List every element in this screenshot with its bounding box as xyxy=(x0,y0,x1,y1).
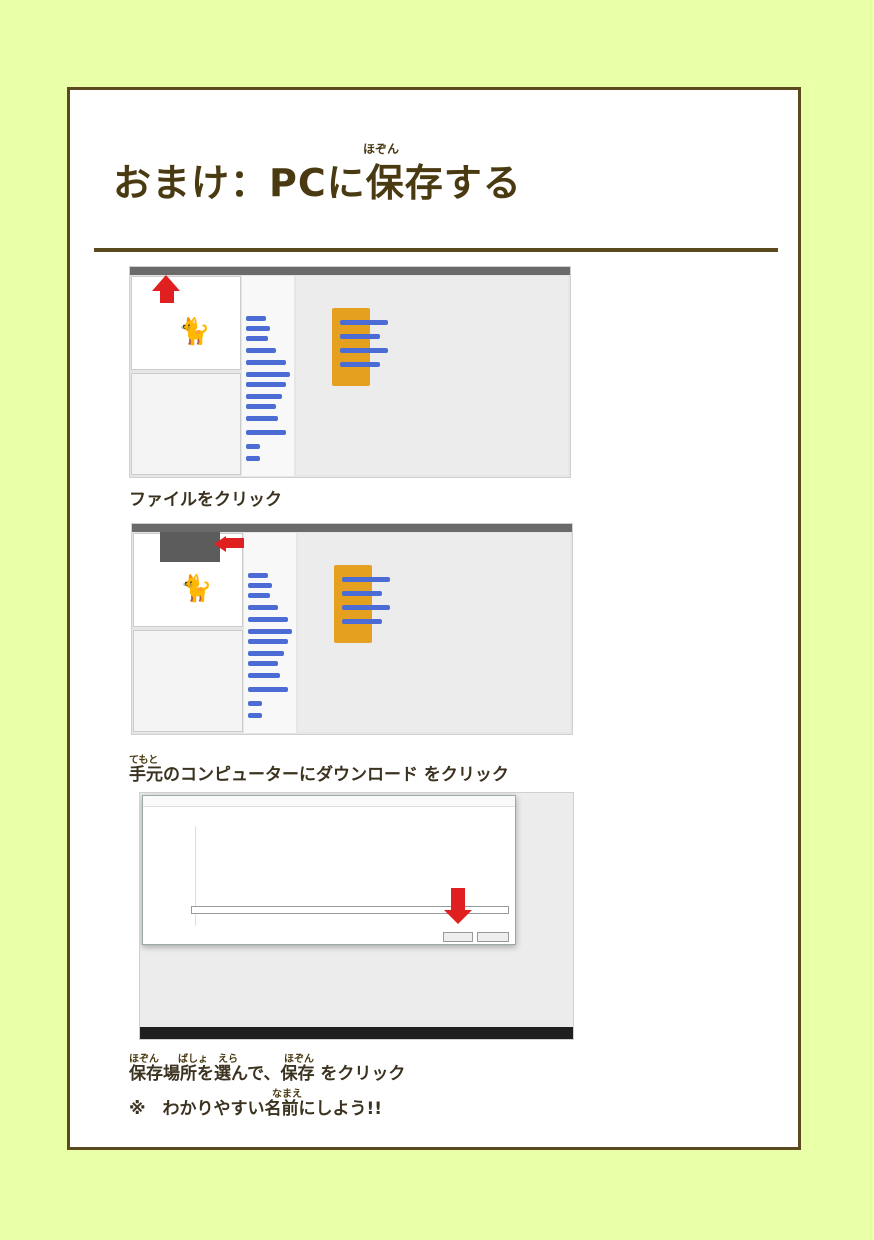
sprite-panel xyxy=(131,373,241,475)
file-dropdown xyxy=(160,532,220,562)
top-band xyxy=(0,0,874,92)
bottom-band xyxy=(0,1152,874,1240)
script-area xyxy=(298,533,570,732)
title-divider xyxy=(94,248,778,252)
step3-caption: 保存場所を選んで、保存 をクリック xyxy=(129,1064,406,1084)
menu-bar xyxy=(132,524,572,532)
red-arrow-shaft xyxy=(451,888,465,910)
scratch-cat-icon: 🐈 xyxy=(178,317,211,347)
screenshot-download-menu: 🐈 xyxy=(131,523,573,735)
naming-note: ※ わかりやすい名前にしよう!! xyxy=(129,1099,383,1119)
scratch-cat-icon: 🐈 xyxy=(180,574,213,604)
sprite-panel xyxy=(133,630,243,732)
red-arrow-icon xyxy=(214,536,226,552)
save-dialog xyxy=(142,795,516,945)
windows-taskbar xyxy=(140,1027,573,1039)
step1-caption: ファイルをクリック xyxy=(129,490,282,510)
red-arrow-icon xyxy=(444,910,472,924)
red-arrow-shaft xyxy=(224,538,244,548)
menu-bar xyxy=(130,267,570,275)
save-button[interactable] xyxy=(443,932,473,942)
cancel-button[interactable] xyxy=(477,932,509,942)
red-arrow-shaft xyxy=(160,289,174,303)
screenshot-file-menu: 🐈 xyxy=(129,266,571,478)
block-palette xyxy=(244,533,296,733)
stage-area: 🐈 xyxy=(131,276,241,370)
page-title: おまけ：PCに保存する xyxy=(113,161,522,205)
block-palette xyxy=(242,276,294,476)
script-area xyxy=(296,276,568,475)
screenshot-save-dialog xyxy=(139,792,574,1040)
step2-caption: 手元のコンピューターにダウンロード をクリック xyxy=(129,765,509,785)
